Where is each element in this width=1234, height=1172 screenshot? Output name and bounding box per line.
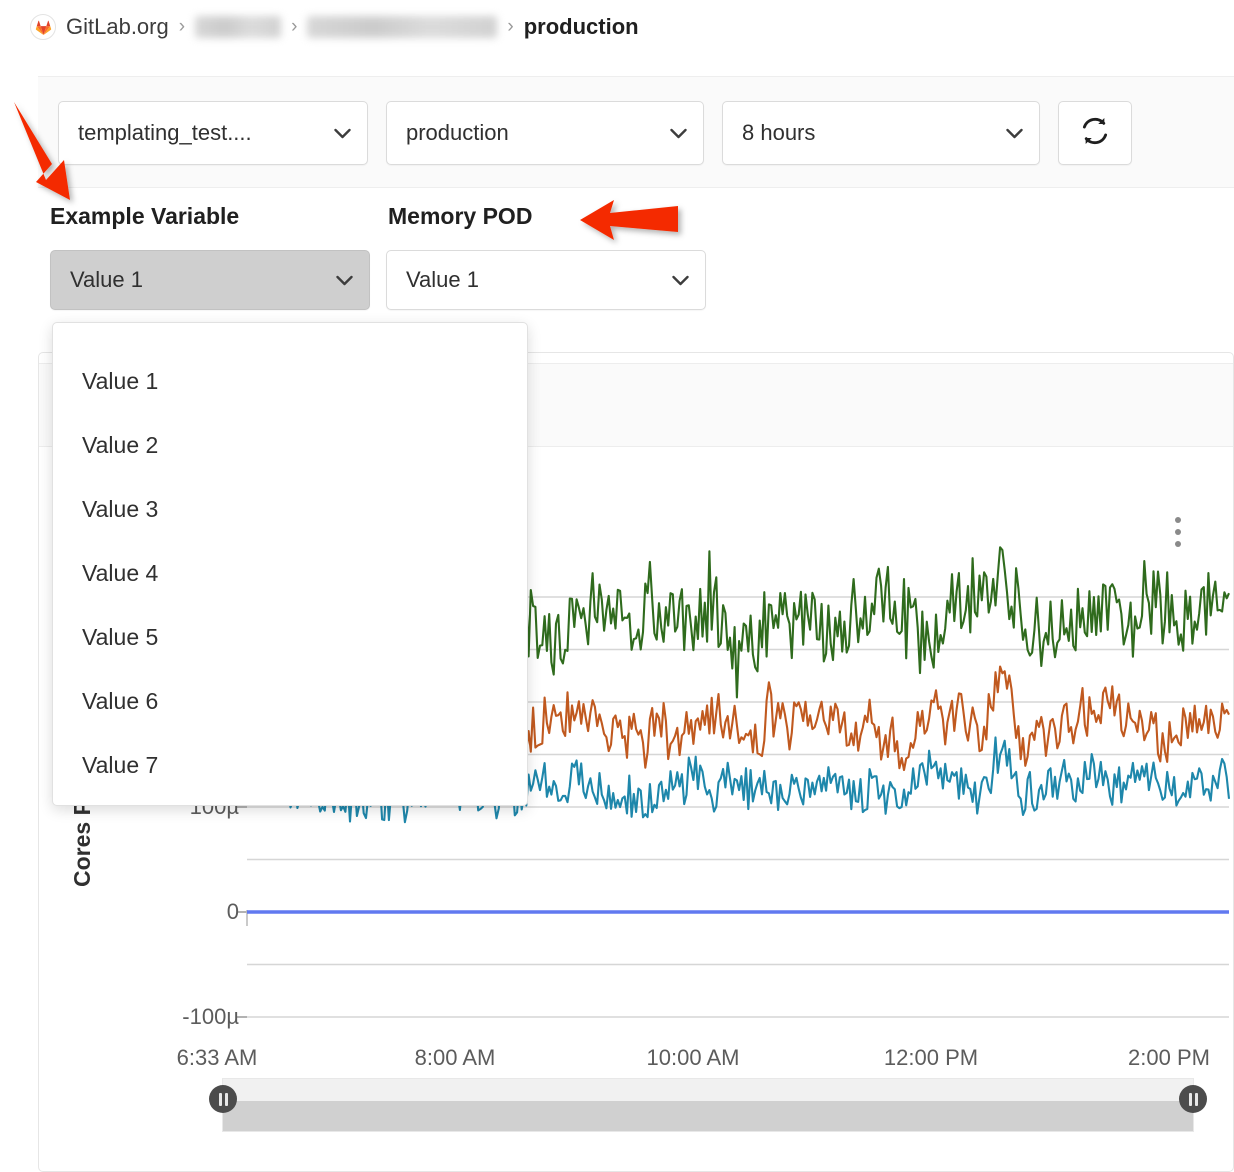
y-axis-tick-label: -100µ (134, 1004, 239, 1030)
y-axis-tick-label: 0 (134, 899, 239, 925)
dashboard-select-value: templating_test.... (78, 120, 252, 146)
breadcrumb-group-redacted[interactable] (195, 16, 281, 38)
dropdown-option[interactable]: Value 2 (53, 413, 527, 477)
refresh-icon (1078, 114, 1112, 153)
variable-label-memory-pod: Memory POD (388, 203, 532, 230)
dropdown-option[interactable]: Value 1 (53, 349, 527, 413)
breadcrumb-separator: › (507, 16, 513, 38)
kebab-menu-icon[interactable] (1171, 513, 1185, 551)
chevron-down-icon (670, 128, 687, 139)
variable-label-example: Example Variable (50, 203, 239, 230)
variable-select-memory-pod[interactable]: Value 1 (386, 250, 706, 310)
refresh-button[interactable] (1058, 101, 1132, 165)
environment-select-value: production (406, 120, 509, 146)
variable-select-example[interactable]: Value 1 (50, 250, 370, 310)
dropdown-option[interactable]: Value 3 (53, 477, 527, 541)
chevron-down-icon (336, 275, 353, 286)
dashboard-select[interactable]: templating_test.... (58, 101, 368, 165)
x-axis-tick-label: 12:00 PM (884, 1045, 978, 1071)
dropdown-option[interactable]: Value 5 (53, 605, 527, 669)
x-axis-tick-label: 6:33 AM (177, 1045, 258, 1071)
x-axis-tick-label: 2:00 PM (1128, 1045, 1210, 1071)
time-range-select-value: 8 hours (742, 120, 815, 146)
chart-y-axis-title: Cores P (69, 800, 96, 887)
chart-range-slider[interactable] (222, 1078, 1194, 1132)
dropdown-option[interactable]: Value 6 (53, 669, 527, 733)
slider-handle-icon-right[interactable] (1179, 1085, 1207, 1113)
variable-select-memory-pod-value: Value 1 (406, 267, 479, 293)
slider-handle-icon-left[interactable] (209, 1085, 237, 1113)
chevron-down-icon (672, 275, 689, 286)
x-axis-tick-label: 8:00 AM (415, 1045, 496, 1071)
variable-dropdown-menu[interactable]: Value 1Value 2Value 3Value 4Value 5Value… (52, 322, 528, 806)
dropdown-option[interactable]: Value 7 (53, 733, 527, 797)
time-range-select[interactable]: 8 hours (722, 101, 1040, 165)
gitlab-tanuki-icon (30, 14, 56, 40)
breadcrumb: GitLab.org › › › production (30, 14, 639, 40)
chevron-down-icon (334, 128, 351, 139)
breadcrumb-separator: › (179, 16, 185, 38)
x-axis-tick-label: 10:00 AM (647, 1045, 740, 1071)
arrow-to-memory-pod (574, 192, 694, 252)
breadcrumb-org[interactable]: GitLab.org (66, 14, 169, 40)
breadcrumb-project-redacted[interactable] (307, 16, 497, 38)
environment-select[interactable]: production (386, 101, 704, 165)
variable-select-example-value: Value 1 (70, 267, 143, 293)
dropdown-option[interactable]: Value 4 (53, 541, 527, 605)
breadcrumb-separator: › (291, 16, 297, 38)
breadcrumb-current: production (524, 14, 639, 40)
chart-range-slider-fill (223, 1101, 1193, 1131)
chevron-down-icon (1006, 128, 1023, 139)
